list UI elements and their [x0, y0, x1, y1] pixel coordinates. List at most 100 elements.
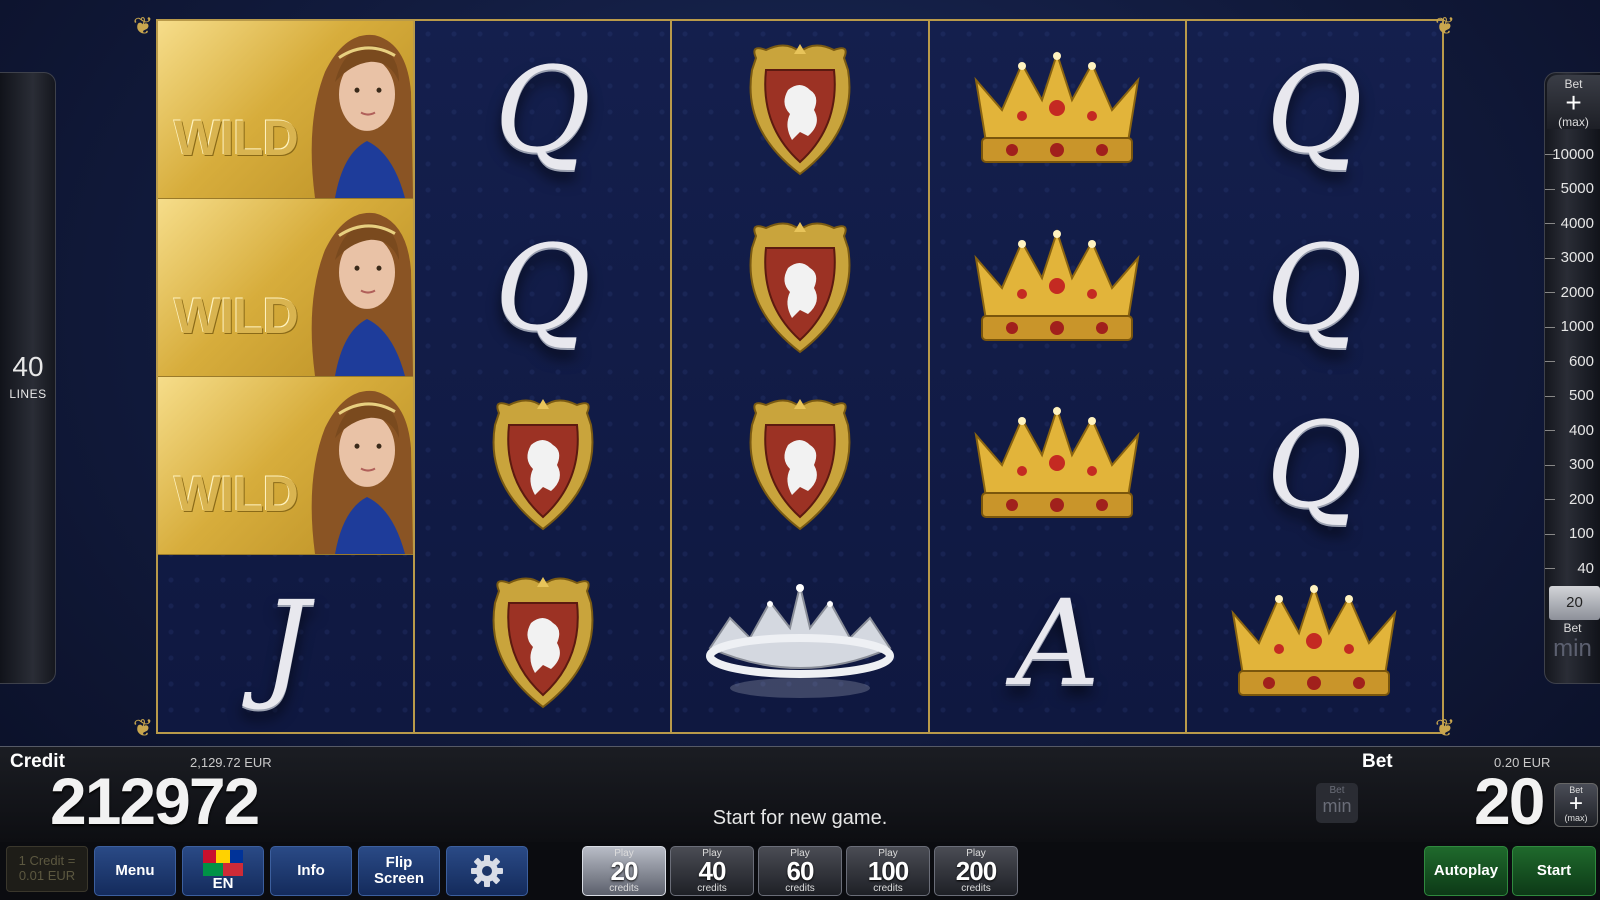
- bet-ladder: Bet + (max) 10000 5000 4000 3000 2000 1000 600…: [1544, 72, 1600, 684]
- bet-min-ladder-button[interactable]: Bet min: [1545, 621, 1600, 663]
- lines-panel: 40 LINES: [0, 72, 56, 684]
- status-message: Start for new game.: [712, 807, 888, 829]
- reel-symbol: [672, 199, 927, 377]
- bottom-bar: 1 Credit = 0.01 EUR Menu EN Info Flip Sc…: [0, 842, 1600, 900]
- bet-value: 20: [1474, 764, 1545, 838]
- play-60-button[interactable]: Play 60 credits: [758, 846, 842, 896]
- bet-plus-button[interactable]: Bet + (max): [1554, 783, 1598, 827]
- queen-portrait-icon: [311, 390, 414, 554]
- settings-button[interactable]: [446, 846, 528, 896]
- letter-symbol: Q: [494, 218, 592, 357]
- lion-shield-icon: [492, 399, 594, 531]
- bet-step[interactable]: 200: [1545, 482, 1600, 517]
- reel-5: QQQ: [1186, 21, 1443, 732]
- info-label: Info: [297, 862, 325, 879]
- bet-step[interactable]: 3000: [1545, 241, 1600, 276]
- wild-symbol: WILD: [158, 377, 414, 555]
- autoplay-label: Autoplay: [1433, 862, 1499, 879]
- credits-label: credits: [961, 883, 991, 894]
- bet-step[interactable]: 20: [1549, 585, 1600, 620]
- corner-ornament-icon: ❦: [1434, 715, 1456, 742]
- letter-symbol: A: [1014, 574, 1100, 713]
- lion-shield-icon: [749, 43, 851, 176]
- lines-count: 40: [12, 351, 44, 382]
- reel-symbol: [415, 554, 670, 732]
- bet-min-button[interactable]: Bet min: [1316, 783, 1358, 823]
- play-20-button[interactable]: Play 20 credits: [582, 846, 666, 896]
- bet-step[interactable]: 4000: [1545, 206, 1600, 241]
- play-credits-value: 100: [867, 856, 909, 886]
- bet-max-button[interactable]: Bet + (max): [1547, 75, 1600, 129]
- menu-button[interactable]: Menu: [94, 846, 176, 896]
- play-200-button[interactable]: Play 200 credits: [934, 846, 1018, 896]
- reel-3: [672, 21, 930, 732]
- letter-symbol: Q: [1266, 396, 1363, 535]
- bet-step[interactable]: 600: [1545, 344, 1600, 379]
- reel-symbol: A: [930, 554, 1185, 732]
- language-button[interactable]: EN: [182, 846, 264, 896]
- reel-symbol: Q: [1187, 377, 1442, 555]
- autoplay-button[interactable]: Autoplay: [1424, 846, 1508, 896]
- wild-label: WILD: [174, 109, 299, 166]
- bet-step[interactable]: 2000: [1545, 275, 1600, 310]
- flip-screen-button[interactable]: Flip Screen: [358, 846, 440, 896]
- play-100-button[interactable]: Play 100 credits: [846, 846, 930, 896]
- letter-symbol: Q: [1266, 218, 1363, 357]
- credits-label: credits: [873, 883, 903, 894]
- bet-step[interactable]: 5000: [1545, 172, 1600, 207]
- queen-portrait-icon: [311, 212, 414, 376]
- reel-area: WILD WILD WILD J Q Q A Q Q Q: [156, 19, 1444, 734]
- menu-label: Menu: [115, 862, 155, 879]
- corner-ornament-icon: ❦: [132, 13, 154, 40]
- start-button[interactable]: Start: [1512, 846, 1596, 896]
- play-credits-value: 60: [786, 856, 815, 886]
- bet-min-bottom: min: [1322, 796, 1352, 816]
- bet-step[interactable]: 300: [1545, 448, 1600, 483]
- reel-symbol: Q: [415, 199, 670, 377]
- reel-symbol: [415, 377, 670, 555]
- wild-symbol: WILD: [158, 21, 414, 199]
- credit-value: 212972: [50, 764, 260, 838]
- lion-shield-icon: [749, 399, 851, 531]
- bet-label: Bet: [1362, 751, 1393, 772]
- reel-symbol: Q: [1187, 21, 1442, 199]
- gear-icon: [471, 855, 503, 887]
- denom-line1: 1 Credit =: [18, 853, 76, 868]
- reel-symbol: [672, 21, 927, 199]
- info-button[interactable]: Info: [270, 846, 352, 896]
- start-label: Start: [1536, 862, 1572, 879]
- bet-step[interactable]: 10000: [1545, 137, 1600, 172]
- reel-1: WILD WILD WILD J: [158, 21, 416, 732]
- wild-label: WILD: [174, 287, 299, 344]
- wild-label: WILD: [174, 465, 299, 522]
- bet-step[interactable]: 500: [1545, 379, 1600, 414]
- plus-icon: +: [1565, 87, 1582, 118]
- reel-symbol: [930, 199, 1185, 377]
- corner-ornament-icon: ❦: [1434, 13, 1456, 40]
- denomination-display: 1 Credit = 0.01 EUR: [6, 846, 88, 892]
- bet-plus-bottom: (max): [1564, 813, 1588, 823]
- bet-step[interactable]: 40: [1545, 551, 1600, 586]
- bet-step[interactable]: 400: [1545, 413, 1600, 448]
- flag-icon: [203, 850, 243, 876]
- gold-crown-icon: [974, 50, 1140, 163]
- play-credits-value: 20: [610, 856, 639, 886]
- credits-label: credits: [785, 883, 815, 894]
- lion-shield-icon: [749, 221, 851, 353]
- letter-symbol: Q: [494, 40, 592, 179]
- flip-label-line2: Screen: [373, 870, 425, 887]
- reel-symbol: [930, 21, 1185, 199]
- reel-symbol: [930, 377, 1185, 555]
- reel-symbol: [672, 554, 927, 732]
- play-40-button[interactable]: Play 40 credits: [670, 846, 754, 896]
- bet-step[interactable]: 1000: [1545, 310, 1600, 345]
- credits-label: credits: [609, 883, 639, 894]
- plus-icon: +: [1568, 790, 1583, 817]
- bet-step[interactable]: 100: [1545, 517, 1600, 552]
- lines-label: LINES: [9, 387, 47, 401]
- letter-symbol: J: [261, 574, 310, 713]
- play-credits-value: 40: [698, 856, 727, 886]
- gold-crown-icon: [1231, 583, 1397, 697]
- bet-min-ladder-sub: min: [1553, 635, 1592, 662]
- reel-4: A: [929, 21, 1187, 732]
